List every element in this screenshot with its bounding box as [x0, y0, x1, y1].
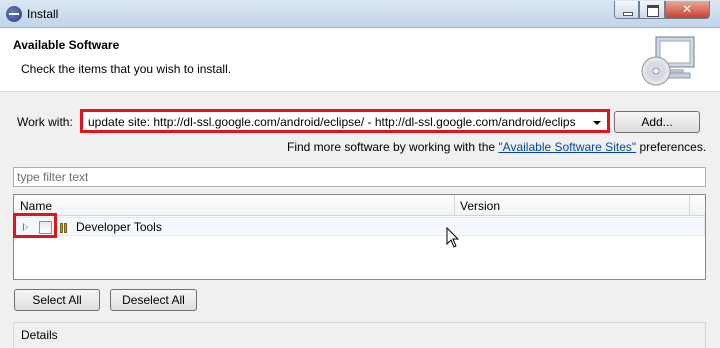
minimize-button[interactable]: [614, 1, 639, 19]
page-title: Available Software: [13, 38, 120, 52]
work-with-label: Work with:: [17, 115, 73, 129]
available-software-sites-link[interactable]: "Available Software Sites": [498, 140, 636, 154]
title-bar: Install: [0, 0, 720, 28]
column-separator[interactable]: [689, 195, 690, 216]
window-title: Install: [27, 7, 59, 21]
filter-input[interactable]: type filter text: [13, 167, 706, 187]
column-separator[interactable]: [454, 195, 455, 216]
details-label: Details: [21, 328, 58, 342]
table-header: Name Version: [14, 195, 705, 216]
maximize-button[interactable]: [639, 1, 665, 19]
column-version[interactable]: Version: [460, 199, 500, 213]
find-more-suffix: preferences.: [636, 140, 707, 154]
work-with-combo[interactable]: update site: http://dl-ssl.google.com/an…: [80, 109, 610, 133]
software-table: Name Version Developer Tools: [13, 194, 706, 280]
chevron-down-icon[interactable]: [593, 121, 601, 125]
package-icon: [60, 222, 71, 233]
page-subtitle: Check the items that you wish to install…: [21, 62, 232, 76]
mouse-cursor-icon: [446, 227, 460, 248]
column-name[interactable]: Name: [20, 199, 52, 213]
find-more-text: Find more software by working with the "…: [287, 140, 706, 154]
work-with-value: update site: http://dl-ssl.google.com/an…: [88, 115, 576, 129]
header-banner: Available Software Check the items that …: [0, 29, 720, 92]
close-button[interactable]: [665, 1, 710, 19]
table-row[interactable]: Developer Tools: [14, 217, 705, 236]
select-all-button[interactable]: Select All: [14, 289, 100, 311]
eclipse-icon: [6, 6, 22, 22]
row-name: Developer Tools: [76, 220, 162, 234]
find-more-prefix: Find more software by working with the: [287, 140, 499, 154]
checkbox-highlight: [13, 213, 57, 238]
details-group: [13, 322, 706, 348]
add-site-button[interactable]: Add...: [614, 111, 700, 133]
install-cd-icon: [641, 36, 695, 86]
deselect-all-button[interactable]: Deselect All: [110, 289, 197, 311]
